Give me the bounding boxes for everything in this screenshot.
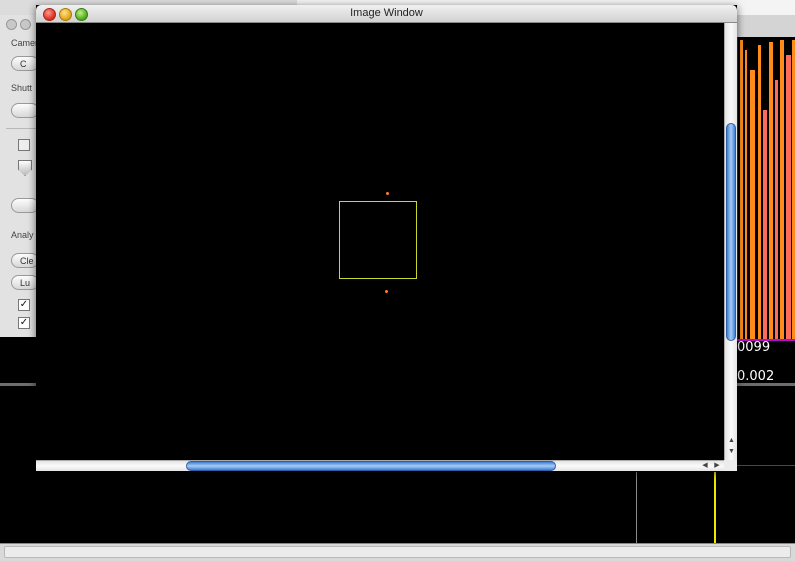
bottom-scrollbar-track[interactable] [4, 546, 791, 558]
image-window: Image Window ▲ ▼ ◀ ▶ [36, 5, 737, 471]
shutter-button[interactable] [11, 103, 39, 118]
window-titlebar[interactable]: Image Window [36, 5, 737, 23]
panel-divider-left [0, 383, 36, 386]
bright-spot [386, 192, 389, 195]
scroll-down-arrow[interactable]: ▼ [726, 447, 737, 457]
palette-min-dot[interactable] [20, 19, 31, 30]
plot-bar [769, 42, 773, 340]
window-title: Image Window [350, 7, 423, 19]
resize-grip[interactable] [724, 460, 737, 471]
control-palette: Camer C Shutt Analy Cle Lu ✓ ✓ [0, 15, 41, 337]
scroll-right-arrow[interactable]: ▶ [712, 461, 722, 471]
camera-button[interactable]: C [11, 56, 39, 71]
plot-bar [780, 40, 784, 340]
palette-close-dot[interactable] [6, 19, 17, 30]
cursor-line-gray [636, 472, 637, 544]
option-checkbox-1[interactable]: ✓ [18, 299, 30, 311]
profile-line-red [737, 465, 795, 466]
palette-checkbox[interactable] [18, 139, 30, 151]
plot-bar [740, 40, 743, 340]
plot-bar [745, 50, 747, 340]
bright-spot [385, 290, 388, 293]
image-canvas[interactable] [36, 23, 724, 460]
shutter-label: Shutt [11, 83, 33, 93]
plot-bar [750, 70, 755, 340]
plot-bar [758, 45, 761, 340]
scroll-up-arrow[interactable]: ▲ [726, 436, 737, 446]
palette-divider [6, 128, 40, 129]
analysis-label: Analy [11, 230, 34, 240]
clear-button[interactable]: Cle [11, 253, 39, 268]
plot-bar [786, 55, 791, 340]
horizontal-scroll-thumb[interactable] [186, 461, 556, 471]
readout-value-2: 0.002 [737, 369, 775, 384]
horizontal-scrollbar[interactable]: ◀ ▶ [36, 460, 724, 471]
lum-button[interactable]: Lu [11, 275, 39, 290]
readout-value-1: 0099 [737, 340, 771, 355]
panel-divider-right [737, 383, 795, 386]
intensity-plot [737, 37, 795, 340]
option-checkbox-2[interactable]: ✓ [18, 317, 30, 329]
cursor-line-yellow [714, 472, 716, 544]
vertical-scrollbar[interactable]: ▲ ▼ [724, 23, 737, 460]
slider-thumb[interactable] [18, 160, 32, 176]
roi-box[interactable] [339, 201, 417, 279]
vertical-scroll-thumb[interactable] [726, 123, 736, 341]
plot-bar [775, 80, 778, 340]
camera-label: Camer [11, 38, 39, 48]
plot-bar [763, 110, 767, 340]
scroll-left-arrow[interactable]: ◀ [700, 461, 710, 471]
palette-action-button[interactable] [11, 198, 39, 213]
plot-window-titlebar [736, 15, 795, 38]
